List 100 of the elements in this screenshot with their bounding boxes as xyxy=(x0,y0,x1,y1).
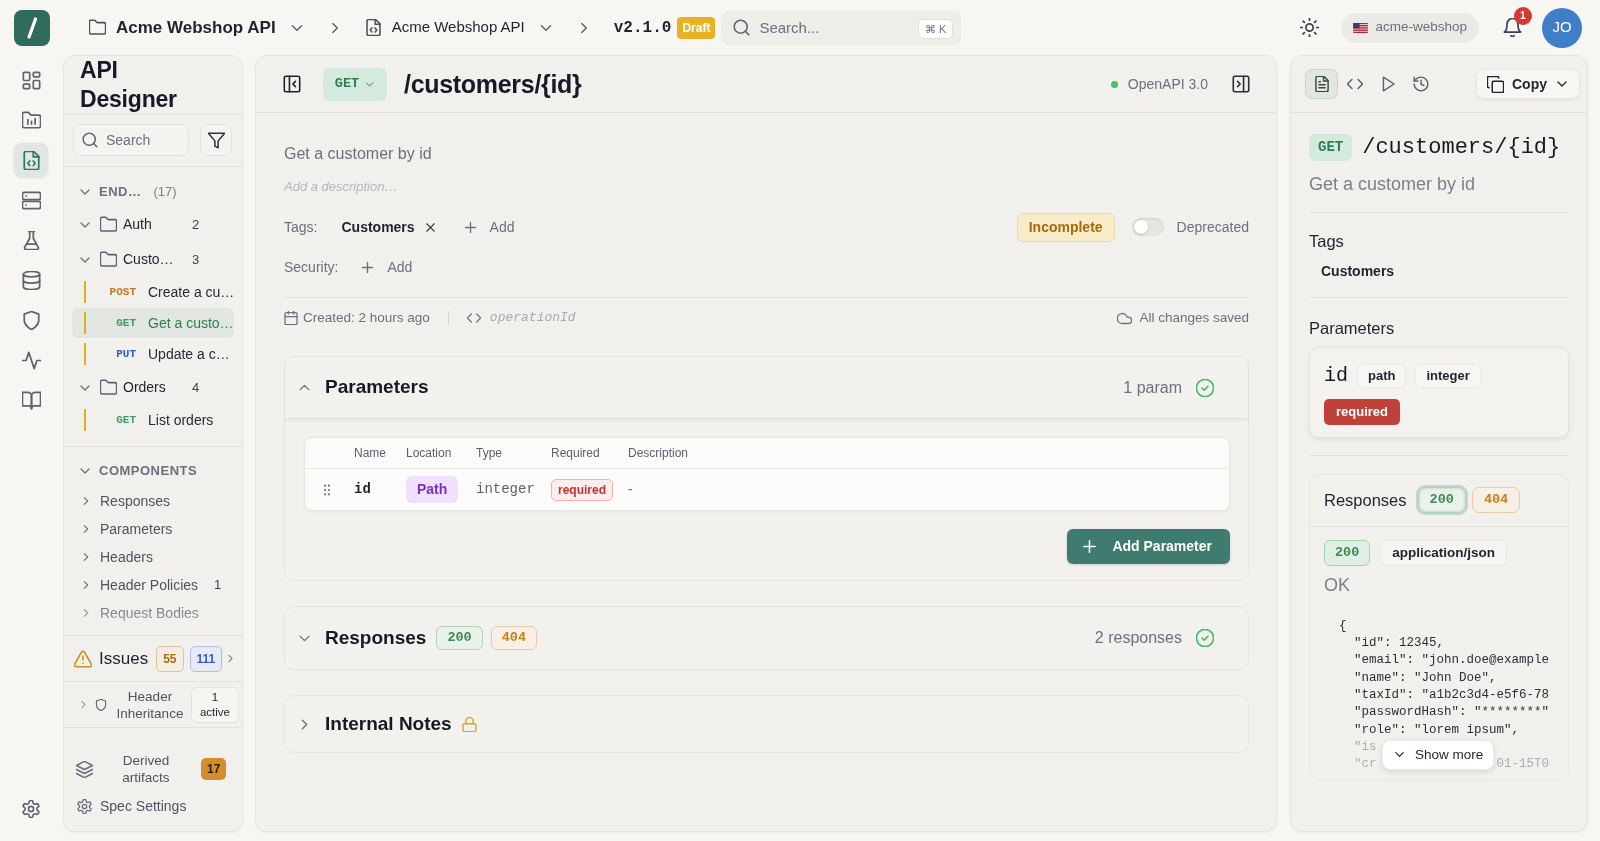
code-icon xyxy=(466,311,481,325)
component-label[interactable]: Responses xyxy=(100,490,200,512)
method-dropdown[interactable]: GET xyxy=(323,67,387,101)
bell-icon[interactable] xyxy=(1503,18,1522,37)
folder-icon xyxy=(89,19,106,36)
endpoint-path: /customers/{id} xyxy=(1362,134,1561,162)
column-header: Required xyxy=(551,445,601,462)
flag-icon xyxy=(1353,22,1369,33)
search-field[interactable]: Search xyxy=(73,124,190,156)
file-icon xyxy=(1313,76,1330,92)
tag-label: Customers xyxy=(1320,262,1396,281)
grid-icon xyxy=(21,70,41,90)
version-label[interactable]: v2.1.0 xyxy=(613,15,672,40)
add-parameter-button[interactable]: Add Parameter xyxy=(1067,529,1230,564)
summary-text: Get a customer by id xyxy=(284,144,433,164)
section-label[interactable]: END… xyxy=(99,182,142,202)
summary-text: Get a customer by id xyxy=(1309,173,1477,196)
user-avatar[interactable]: JO xyxy=(1542,7,1582,48)
item-count: 2 xyxy=(192,215,200,234)
deprecated-label: Deprecated xyxy=(1176,217,1249,237)
method-label: GET xyxy=(115,315,136,331)
security-label: Security: xyxy=(284,257,339,277)
endpoint-path: /customers/{id} xyxy=(404,69,582,100)
endpoint-item[interactable]: POST Create a cu… xyxy=(72,277,234,307)
show-more-button[interactable]: Show more xyxy=(1382,739,1495,770)
search-icon xyxy=(82,132,98,148)
parameter-name: id xyxy=(1324,363,1348,389)
section-heading: Responses xyxy=(1324,490,1407,510)
component-label[interactable]: Header Policies xyxy=(100,574,200,596)
folder-icon xyxy=(100,379,117,396)
sun-icon[interactable] xyxy=(1300,18,1320,37)
code-line: "is xyxy=(1353,738,1377,756)
code-line: 01-15T0 xyxy=(1496,756,1550,774)
database-icon xyxy=(21,270,41,290)
toggle-switch[interactable] xyxy=(1131,218,1164,236)
breadcrumb-dropdown[interactable]: Acme Webshop API xyxy=(364,16,554,39)
folder-label[interactable]: Custo… xyxy=(123,249,189,270)
add-security-button[interactable]: Add xyxy=(360,256,413,278)
close-icon[interactable] xyxy=(423,220,437,234)
workspace-selector[interactable]: acme-webshop xyxy=(1341,12,1479,43)
code-line: "cr xyxy=(1353,756,1377,774)
table-cell-text: id xyxy=(354,480,372,499)
pulse-icon xyxy=(21,350,41,370)
code-file-icon xyxy=(21,150,41,170)
add-tag-button[interactable]: Add xyxy=(462,216,515,238)
copy-button[interactable]: Copy xyxy=(1476,69,1580,99)
code-line: "email": "john.doe@example xyxy=(1353,652,1551,670)
code-icon xyxy=(1346,76,1363,92)
response-code-badge: 404 xyxy=(490,625,537,651)
nav-button[interactable] xyxy=(14,143,48,177)
section-title: Responses xyxy=(325,625,427,650)
panel-left-icon[interactable] xyxy=(283,75,301,93)
item-count: 3 xyxy=(192,250,200,269)
column-header: Location xyxy=(406,445,453,462)
folder-label[interactable]: Auth xyxy=(123,214,189,235)
section-title: Parameters xyxy=(325,375,429,400)
breadcrumb-dropdown[interactable]: Acme Webshop API xyxy=(89,14,305,41)
folder-icon xyxy=(100,216,117,233)
endpoint-item[interactable]: GET Get a custo… xyxy=(72,308,234,338)
logo-icon[interactable] xyxy=(14,9,50,46)
operation-id-field[interactable]: operationId xyxy=(489,308,620,328)
section-label[interactable]: COMPONENTS xyxy=(99,461,198,481)
code-line: "id": 12345, xyxy=(1353,635,1446,653)
view-tab[interactable] xyxy=(1305,69,1338,99)
response-code-tab[interactable]: 200 xyxy=(1417,486,1466,514)
method-label: POST xyxy=(108,284,136,300)
code-line: "role": "lorem ipsum", xyxy=(1353,721,1521,739)
shield-icon xyxy=(21,310,41,330)
derived-artifacts-link[interactable]: Derived artifacts xyxy=(103,752,189,786)
filter-button[interactable] xyxy=(200,124,232,156)
drag-handle-icon[interactable] xyxy=(321,483,333,496)
panel-right-icon[interactable] xyxy=(1232,75,1250,93)
plus-icon xyxy=(1081,538,1099,555)
inheritance-label[interactable]: Header Inheritance xyxy=(111,687,189,722)
component-label[interactable]: Parameters xyxy=(100,518,200,540)
component-label[interactable]: Headers xyxy=(100,546,200,568)
column-header: Type xyxy=(476,445,503,462)
search-icon xyxy=(733,19,751,36)
calendar-icon xyxy=(284,311,298,325)
shield-icon xyxy=(95,698,107,711)
description-field[interactable]: Add a description… xyxy=(284,177,584,197)
status-badge: Incomplete xyxy=(1016,212,1115,242)
spec-settings-link[interactable]: Spec Settings xyxy=(100,795,187,817)
issues-label[interactable]: Issues xyxy=(99,645,149,672)
section-summary: 1 param xyxy=(1123,377,1182,398)
settings-icon[interactable] xyxy=(22,800,40,818)
endpoint-item[interactable]: GET List orders xyxy=(72,405,234,435)
warning-icon xyxy=(74,649,92,668)
section-heading: Tags xyxy=(1309,231,1345,251)
folder-chart-icon xyxy=(21,110,41,130)
status-dot xyxy=(1110,80,1118,88)
location-badge: Path xyxy=(406,476,459,503)
history-icon xyxy=(1412,76,1429,92)
endpoint-item[interactable]: PUT Update a c… xyxy=(72,339,234,369)
layers-icon xyxy=(76,760,93,778)
section-heading: Parameters xyxy=(1309,318,1396,338)
copy-icon xyxy=(1487,75,1504,93)
folder-label[interactable]: Orders xyxy=(123,377,189,398)
server-icon xyxy=(21,190,41,210)
location-chip: path xyxy=(1357,364,1407,388)
